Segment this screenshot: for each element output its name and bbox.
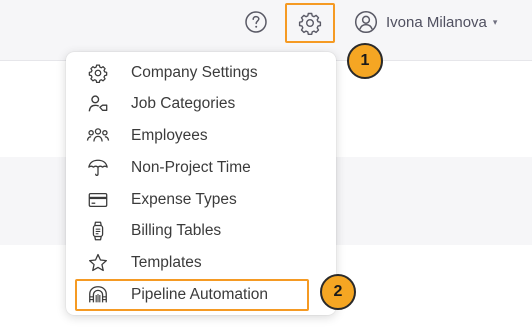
question-circle-icon xyxy=(245,11,267,33)
help-button[interactable] xyxy=(243,9,269,35)
menu-item-label: Company Settings xyxy=(131,64,258,81)
settings-dropdown-menu: Company Settings Job Categories Employee… xyxy=(66,52,336,315)
umbrella-icon xyxy=(86,156,110,180)
star-icon xyxy=(86,251,110,275)
step-badge-1: 1 xyxy=(347,43,383,79)
user-circle-icon xyxy=(354,10,378,34)
watch-icon xyxy=(86,219,110,243)
menu-item-billing-tables[interactable]: Billing Tables xyxy=(86,218,221,244)
people-group-icon xyxy=(86,124,110,148)
menu-item-label: Billing Tables xyxy=(131,222,222,239)
menu-item-employees[interactable]: Employees xyxy=(86,123,208,149)
menu-item-pipeline-automation[interactable]: Pipeline Automation xyxy=(75,279,309,311)
gear-icon xyxy=(86,61,110,85)
menu-item-templates[interactable]: Templates xyxy=(86,250,202,276)
chevron-down-icon: ▾ xyxy=(492,16,498,27)
menu-item-label: Pipeline Automation xyxy=(131,286,269,303)
menu-item-job-categories[interactable]: Job Categories xyxy=(86,91,235,117)
menu-item-label: Employees xyxy=(131,127,208,144)
menu-item-label: Expense Types xyxy=(131,191,237,208)
menu-item-label: Templates xyxy=(131,254,202,271)
pipeline-icon xyxy=(86,283,110,307)
person-tag-icon xyxy=(86,92,110,116)
menu-item-expense-types[interactable]: Expense Types xyxy=(86,187,237,213)
gear-icon xyxy=(298,12,322,35)
menu-item-company-settings[interactable]: Company Settings xyxy=(86,60,258,86)
menu-item-label: Job Categories xyxy=(131,95,236,112)
step-badge-2: 2 xyxy=(320,274,356,310)
user-name: Ivona Milanova xyxy=(386,13,487,31)
settings-button[interactable] xyxy=(285,3,335,43)
menu-item-label: Non-Project Time xyxy=(131,159,251,176)
menu-item-non-project-time[interactable]: Non-Project Time xyxy=(86,155,251,181)
credit-card-icon xyxy=(86,188,110,212)
user-menu[interactable]: Ivona Milanova ▾ xyxy=(354,9,497,35)
